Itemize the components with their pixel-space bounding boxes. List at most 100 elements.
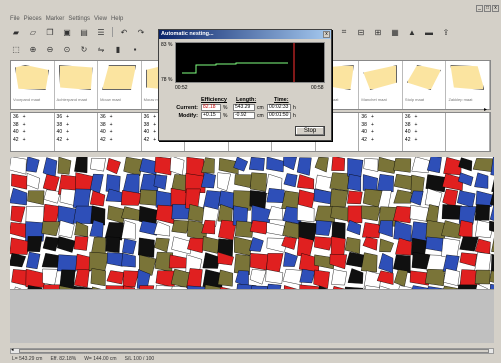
- scrollbar-thumb[interactable]: [19, 349, 489, 353]
- marker-piece[interactable]: [248, 157, 265, 171]
- size-row[interactable]: 36+: [100, 114, 139, 122]
- marker-piece[interactable]: [138, 237, 155, 258]
- nest-icon[interactable]: ▲: [406, 26, 418, 38]
- piece-thumbnail[interactable]: Zakklep maat: [446, 61, 491, 109]
- menu-settings[interactable]: Settings: [68, 14, 90, 24]
- save-as-icon[interactable]: ▤: [78, 26, 90, 38]
- maximize-button[interactable]: □: [484, 5, 491, 12]
- marker-piece[interactable]: [139, 189, 158, 206]
- zoom-fit-icon[interactable]: ⊙: [61, 43, 73, 55]
- marker-piece[interactable]: [331, 269, 347, 286]
- marker-piece[interactable]: [249, 253, 269, 271]
- size-row[interactable]: 42+: [405, 137, 444, 145]
- marker-piece[interactable]: [347, 173, 362, 192]
- marker-piece[interactable]: [73, 236, 89, 251]
- marker-piece[interactable]: [377, 174, 394, 193]
- marker-piece[interactable]: [393, 205, 413, 224]
- size-row[interactable]: 40+: [13, 129, 52, 137]
- select-icon[interactable]: ⬚: [10, 43, 22, 55]
- size-row[interactable]: 36+: [13, 114, 52, 122]
- size-row[interactable]: 38+: [405, 122, 444, 130]
- zoom-out-icon[interactable]: ⊖: [44, 43, 56, 55]
- marker-piece[interactable]: [474, 252, 492, 272]
- size-row[interactable]: 40+: [361, 129, 400, 137]
- size-row[interactable]: 38+: [361, 122, 400, 130]
- piece-thumbnail[interactable]: Mouw maat: [98, 61, 142, 109]
- fit-width-icon[interactable]: ⊟: [355, 26, 367, 38]
- marker-piece[interactable]: [90, 268, 106, 287]
- marker-piece[interactable]: [425, 220, 445, 240]
- menu-marker[interactable]: Marker: [46, 14, 65, 24]
- size-row[interactable]: 38+: [13, 122, 52, 130]
- size-row[interactable]: 40+: [57, 129, 96, 137]
- copy-icon[interactable]: ❐: [44, 26, 56, 38]
- marker-piece[interactable]: [74, 157, 88, 174]
- marker-canvas[interactable]: [10, 157, 494, 289]
- marker-piece[interactable]: [360, 252, 378, 273]
- piece-thumbnail[interactable]: Stolp maat: [403, 61, 447, 109]
- group-icon[interactable]: ▪: [129, 43, 141, 55]
- flip-icon[interactable]: ⇋: [95, 43, 107, 55]
- dialog-close-button[interactable]: x: [323, 31, 330, 38]
- marker-piece[interactable]: [361, 205, 381, 222]
- marker-piece[interactable]: [393, 158, 412, 173]
- marker-piece[interactable]: [329, 188, 349, 208]
- horizontal-scrollbar[interactable]: ◂: [10, 347, 494, 354]
- minimize-button[interactable]: _: [476, 5, 483, 12]
- close-button[interactable]: x: [492, 5, 499, 12]
- undo-icon[interactable]: ↶: [118, 26, 130, 38]
- marker-piece[interactable]: [331, 157, 346, 171]
- open-file-icon[interactable]: ▱: [27, 26, 39, 38]
- print-icon[interactable]: ▦: [389, 26, 401, 38]
- marker-piece[interactable]: [296, 157, 312, 176]
- marker-piece[interactable]: [250, 172, 267, 192]
- piece-thumbnail[interactable]: Voorpand maat: [11, 61, 55, 109]
- size-row[interactable]: 40+: [405, 129, 444, 137]
- size-row[interactable]: 42+: [361, 137, 400, 145]
- marker-piece[interactable]: [474, 269, 491, 285]
- size-row[interactable]: 42+: [57, 137, 96, 145]
- menu-file[interactable]: File: [10, 14, 20, 24]
- export-icon[interactable]: ⇪: [440, 26, 452, 38]
- marker-piece[interactable]: [347, 190, 363, 205]
- piece-thumbnail[interactable]: Achterpand maat: [55, 61, 99, 109]
- size-row[interactable]: 38+: [57, 122, 96, 130]
- zoom-region-icon[interactable]: ⌗: [338, 26, 350, 38]
- size-row[interactable]: 42+: [100, 137, 139, 145]
- size-row[interactable]: 42+: [13, 137, 52, 145]
- marker-piece[interactable]: [27, 236, 43, 252]
- size-row[interactable]: 36+: [57, 114, 96, 122]
- marker-piece[interactable]: [154, 157, 173, 176]
- plot-icon[interactable]: ▬: [423, 26, 435, 38]
- marker-piece[interactable]: [90, 157, 106, 172]
- size-row[interactable]: 40+: [100, 129, 139, 137]
- marker-piece[interactable]: [424, 268, 445, 287]
- marker-piece[interactable]: [362, 222, 382, 239]
- save-icon[interactable]: ▣: [61, 26, 73, 38]
- lock-icon[interactable]: ▮: [112, 43, 124, 55]
- zoom-in-icon[interactable]: ⊕: [27, 43, 39, 55]
- size-row[interactable]: 38+: [100, 122, 139, 130]
- marker-piece[interactable]: [472, 158, 493, 173]
- size-row[interactable]: 36+: [361, 114, 400, 122]
- marker-piece[interactable]: [105, 236, 121, 253]
- list-icon[interactable]: ☰: [95, 26, 107, 38]
- marker-piece[interactable]: [329, 172, 349, 192]
- marker-piece[interactable]: [330, 236, 346, 257]
- marker-piece[interactable]: [409, 204, 429, 222]
- stop-button[interactable]: Stop: [295, 126, 325, 136]
- scroll-left-icon[interactable]: ◂: [11, 347, 14, 353]
- marker-piece[interactable]: [491, 253, 494, 273]
- rotate-icon[interactable]: ↻: [78, 43, 90, 55]
- size-row[interactable]: 36+: [405, 114, 444, 122]
- marker-piece[interactable]: [441, 204, 462, 220]
- menu-pieces[interactable]: Pieces: [24, 14, 42, 24]
- marker-piece[interactable]: [474, 204, 490, 221]
- menu-view[interactable]: View: [94, 14, 107, 24]
- marker-piece[interactable]: [266, 188, 285, 204]
- marker-piece[interactable]: [57, 254, 78, 272]
- redo-icon[interactable]: ↷: [135, 26, 147, 38]
- menu-help[interactable]: Help: [111, 14, 123, 24]
- fit-page-icon[interactable]: ⊞: [372, 26, 384, 38]
- open-folder-icon[interactable]: ▰: [10, 26, 22, 38]
